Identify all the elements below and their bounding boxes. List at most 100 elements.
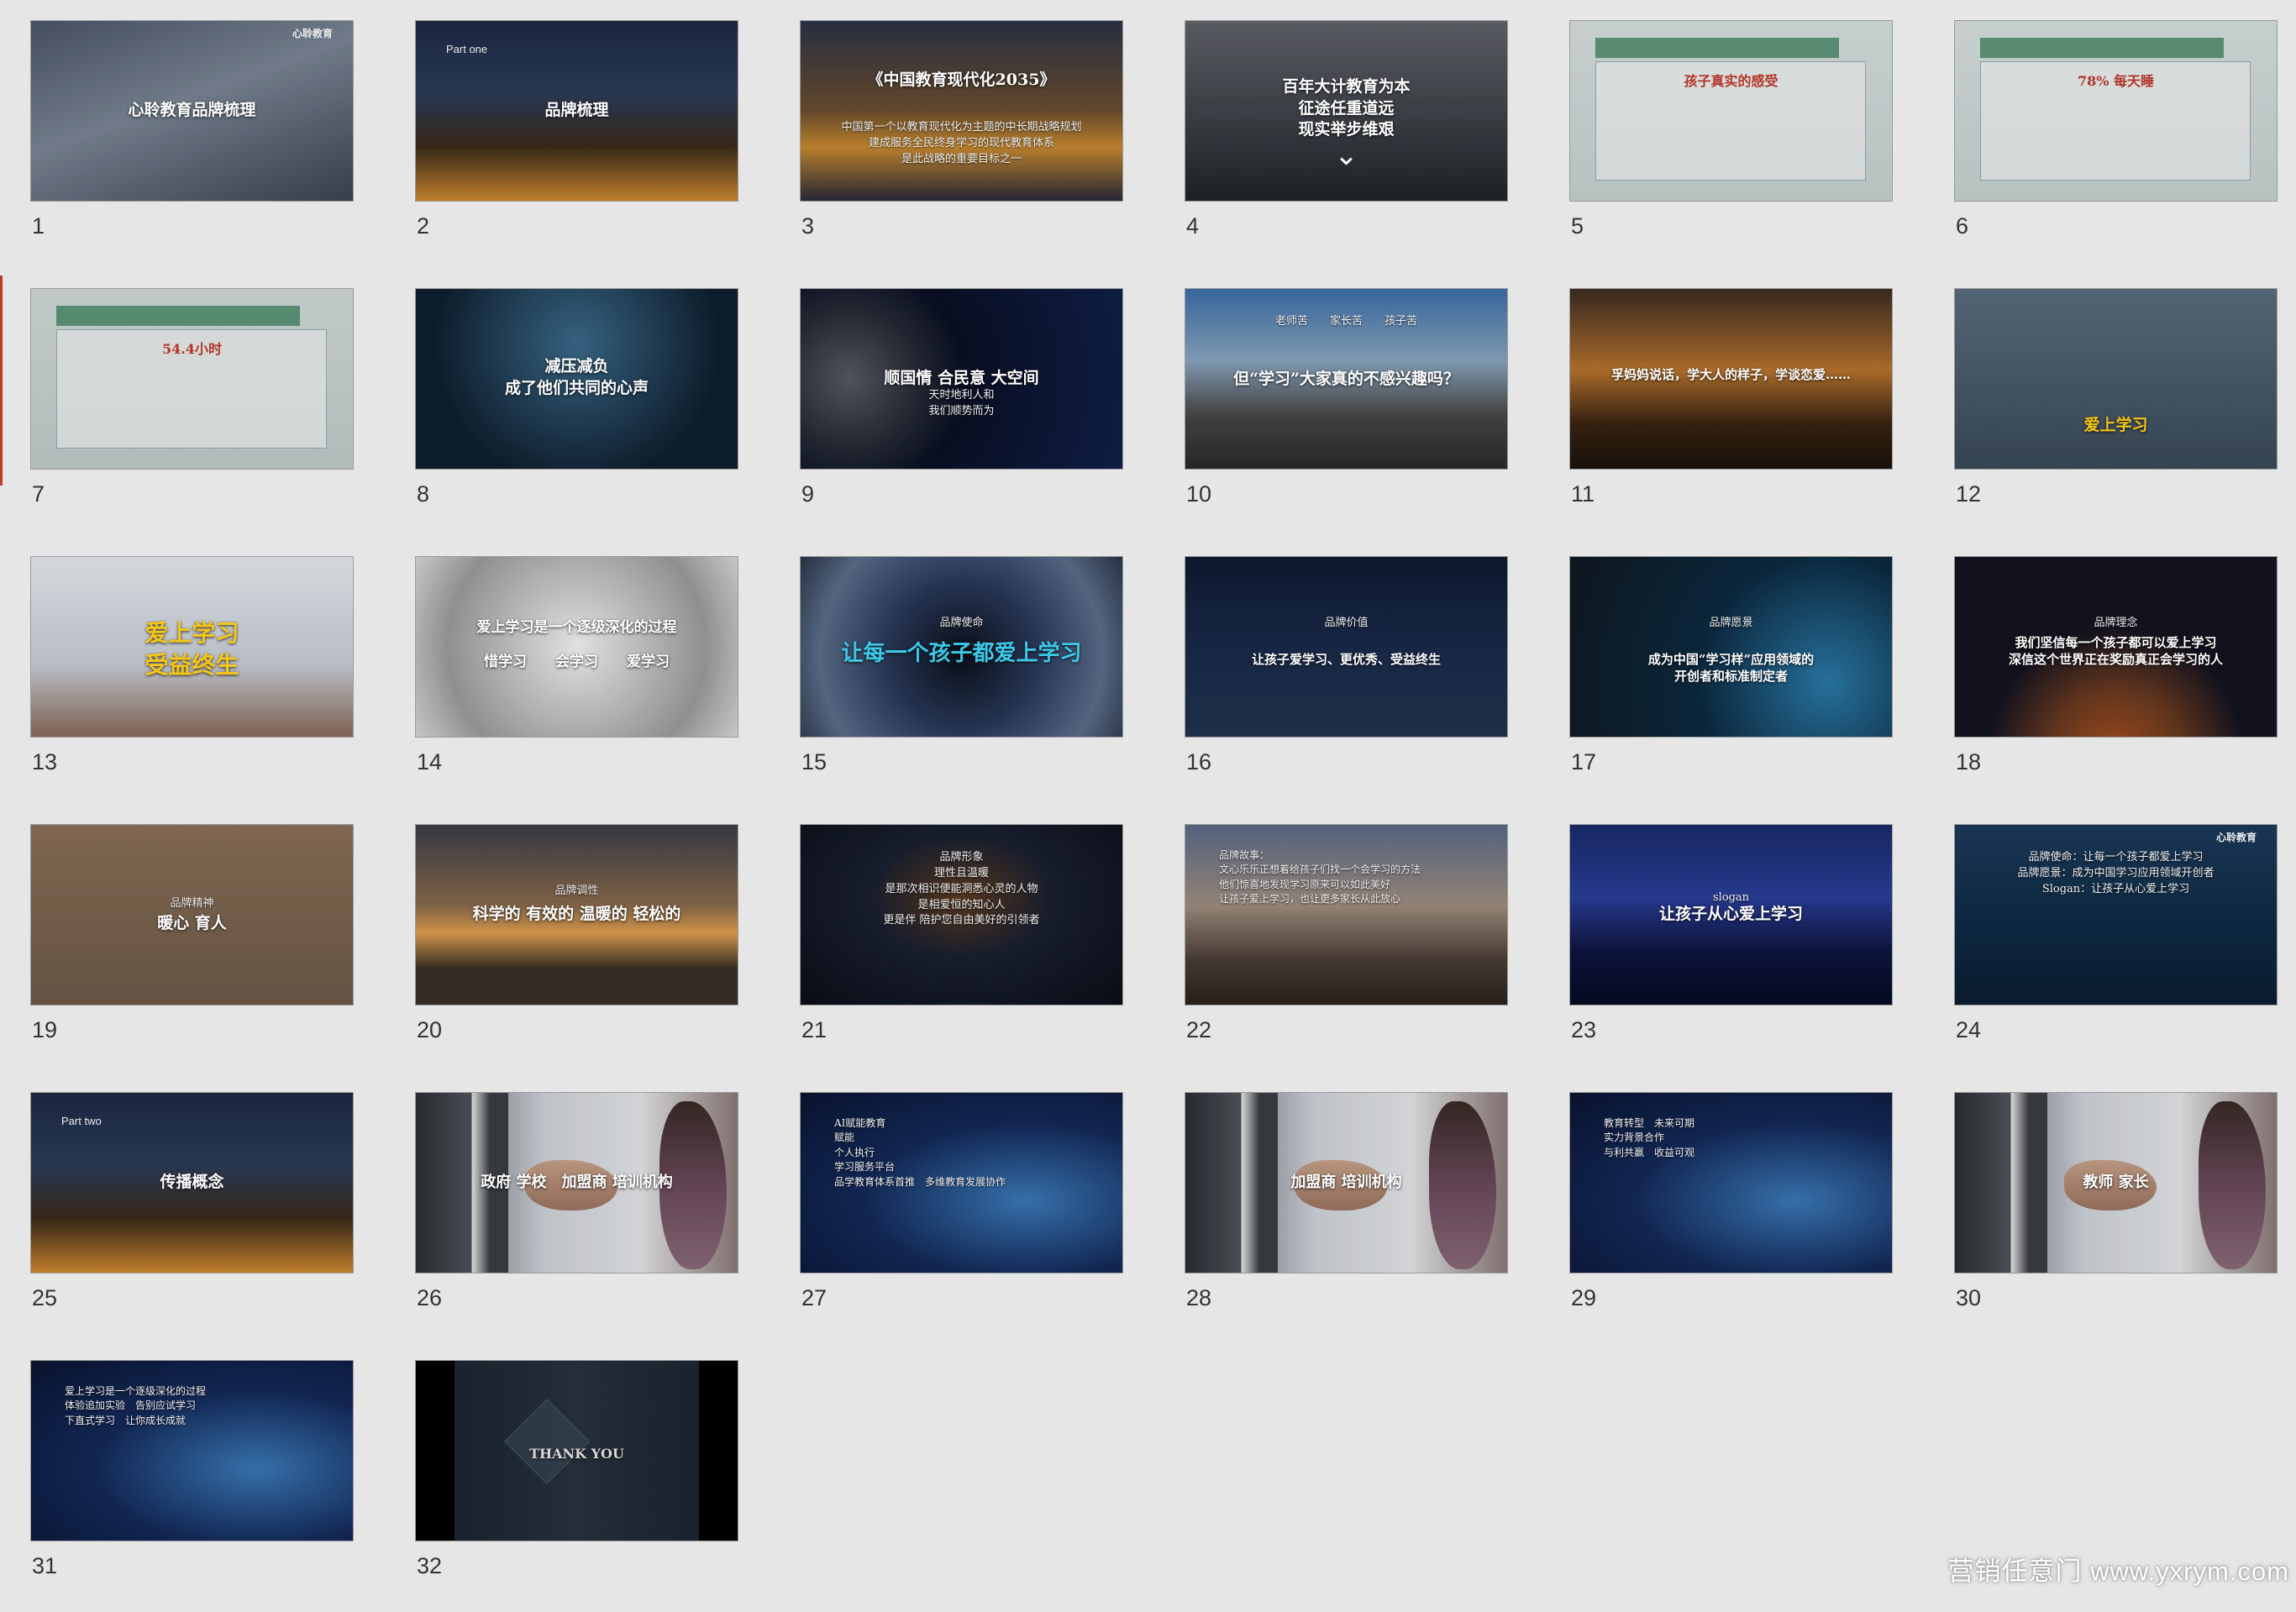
slide-thumbnail[interactable]: 心聆教育 品牌使命：让每一个孩子都爱上学习 品牌愿景：成为中国学习应用领域开创者 Sl…: [1954, 824, 2278, 1006]
slide-subtitle: 爱上学习是一个逐级深化的过程 体验追加实验 告别应试学习 下直式学习 让你成长成就: [65, 1385, 207, 1426]
slide-thumbnail[interactable]: THANK YOU: [415, 1360, 738, 1541]
slide-thumbnail[interactable]: 加盟商 培训机构: [1185, 1092, 1508, 1273]
slide-number: 10: [1186, 481, 1212, 507]
slide-subtitle: 品牌故事： 文心乐乐正想着给孩子们找一个会学习的方法 他们惊喜地发现学习原来可以如此…: [1219, 849, 1421, 906]
watermark: 营销任意门 www.yxrym.com: [1947, 1557, 2289, 1586]
slide-thumbnail[interactable]: 品牌愿景 成为中国“学习样”应用领域的 开创者和标准制定者: [1569, 556, 1893, 738]
slide-subtitle: 品牌形象 理性且温暖 是那次相识便能洞悉心灵的人物 是相爱恒的知心人 更是伴 陪护您自由…: [883, 851, 1040, 927]
slide-thumbnail[interactable]: 品牌形象 理性且温暖 是那次相识便能洞悉心灵的人物 是相爱恒的知心人 更是伴 陪护您自由…: [800, 824, 1123, 1006]
slide-title: 顺国情 合民意 大空间: [884, 369, 1039, 387]
slide-number: 30: [1956, 1285, 1982, 1310]
slide-thumbnail-item[interactable]: 品牌理念 我们坚信每一个孩子都可以爱上学习 深信这个世界正在奖励真正会学习的人 18: [1954, 556, 2278, 808]
slide-thumbnail[interactable]: Part two 传播概念: [30, 1092, 354, 1273]
slide-subtitle: 品牌理念: [2094, 617, 2138, 629]
slide-thumbnail-item[interactable]: 品牌价值 让孩子爱学习、更优秀、受益终生 16: [1185, 556, 1508, 808]
slide-thumbnail[interactable]: slogan 让孩子从心爱上学习: [1569, 824, 1893, 1006]
slide-thumbnail[interactable]: 爱上学习: [1954, 288, 2278, 470]
slide-thumbnail-item[interactable]: 品牌调性 科学的 有效的 温暖的 轻松的 20: [415, 824, 738, 1076]
slide-thumbnail-item[interactable]: 爱上学习 12: [1954, 288, 2278, 540]
slide-thumbnail[interactable]: 爱上学习 受益终生: [30, 556, 354, 738]
slide-thumbnail-item[interactable]: 爱上学习是一个逐级深化的过程 体验追加实验 告别应试学习 下直式学习 让你成长成就 3…: [30, 1360, 354, 1612]
slide-thumbnail-item[interactable]: 78% 每天睡 6: [1954, 20, 2278, 272]
slide-thumbnail-item[interactable]: 政府 学校 加盟商 培训机构 26: [415, 1092, 738, 1344]
slide-thumbnail-item[interactable]: THANK YOU 32: [415, 1360, 738, 1612]
slide-thumbnail-item[interactable]: 品牌故事： 文心乐乐正想着给孩子们找一个会学习的方法 他们惊喜地发现学习原来可以如此…: [1185, 824, 1508, 1076]
slide-thumbnail-item[interactable]: 老师苦 家长苦 孩子苦 但“学习”大家真的不感兴趣吗？ 10: [1185, 288, 1508, 540]
slide-subtitle: 品牌使命：让每一个孩子都爱上学习 品牌愿景：成为中国学习应用领域开创者 Slogan…: [2017, 851, 2215, 895]
slide-number: 6: [1956, 213, 1969, 239]
slide-thumbnail-item[interactable]: 减压减负 成了他们共同的心声 8: [415, 288, 738, 540]
slide-thumbnail-item[interactable]: 教师 家长 30: [1954, 1092, 2278, 1344]
slide-thumbnail[interactable]: 减压减负 成了他们共同的心声: [415, 288, 738, 470]
slide-thumbnail-item[interactable]: 孚妈妈说话，学大人的样子，学谈恋爱…… 11: [1569, 288, 1893, 540]
selection-marker: [0, 276, 3, 486]
slide-thumbnail[interactable]: 品牌理念 我们坚信每一个孩子都可以爱上学习 深信这个世界正在奖励真正会学习的人: [1954, 556, 2278, 738]
slide-thumbnail-item[interactable]: 加盟商 培训机构 28: [1185, 1092, 1508, 1344]
slide-title: 传播概念: [160, 1173, 224, 1191]
slide-thumbnail[interactable]: 爱上学习是一个逐级深化的过程 体验追加实验 告别应试学习 下直式学习 让你成长成就: [30, 1360, 354, 1541]
slide-thumbnail-item[interactable]: 教育转型 未来可期 实力背景合作 与利共赢 收益可观 29: [1569, 1092, 1893, 1344]
slide-thumbnail-item[interactable]: 爱上学习是一个逐级深化的过程 惜学习 会学习 爱学习 14: [415, 556, 738, 808]
slide-thumbnail-item[interactable]: 品牌使命 让每一个孩子都爱上学习 15: [800, 556, 1123, 808]
slide-thumbnail-item[interactable]: 孩子真实的感受 5: [1569, 20, 1893, 272]
slide-number: 17: [1571, 749, 1597, 774]
slide-thumbnail[interactable]: 中国第一个以教育现代化为主题的中长期战略规划 建成服务全民终身学习的现代教育体系是…: [800, 20, 1123, 202]
slide-thumbnail-item[interactable]: slogan 让孩子从心爱上学习 23: [1569, 824, 1893, 1076]
slide-thumbnail[interactable]: 78% 每天睡: [1954, 20, 2278, 202]
slide-title: 百年大计教育为本 征途任重道远 现实举步维艰: [1282, 77, 1411, 139]
slide-thumbnail-item[interactable]: 品牌精神 暖心 育人 19: [30, 824, 354, 1076]
slide-thumbnail[interactable]: 教育转型 未来可期 实力背景合作 与利共赢 收益可观: [1569, 1092, 1893, 1273]
slide-thumbnail[interactable]: 老师苦 家长苦 孩子苦 但“学习”大家真的不感兴趣吗？: [1185, 288, 1508, 470]
slide-thumbnail[interactable]: 品牌调性 科学的 有效的 温暖的 轻松的: [415, 824, 738, 1006]
slide-thumbnail-item[interactable]: AI赋能教育 赋能 个人执行 学习服务平台 品学教育体系首推 多维教育发展协作 27: [800, 1092, 1123, 1344]
slide-title: 政府 学校 加盟商 培训机构: [481, 1174, 673, 1191]
slide-subtitle: 品牌精神: [170, 897, 214, 910]
slide-title: 品牌梳理: [544, 101, 609, 119]
slide-thumbnail[interactable]: 品牌价值 让孩子爱学习、更优秀、受益终生: [1185, 556, 1508, 738]
slide-title: 但“学习”大家真的不感兴趣吗？: [1233, 370, 1459, 388]
slide-thumbnail-item[interactable]: Part two 传播概念 25: [30, 1092, 354, 1344]
slide-thumbnail[interactable]: 品牌使命 让每一个孩子都爱上学习: [800, 556, 1123, 738]
slide-thumbnail[interactable]: 品牌精神 暖心 育人: [30, 824, 354, 1006]
slide-title: 减压减负 成了他们共同的心声: [504, 357, 649, 397]
slide-thumbnail[interactable]: 心聆教育 心聆教育品牌梳理: [30, 20, 354, 202]
slide-title: 科学的 有效的 温暖的 轻松的: [472, 905, 681, 923]
slide-number: 18: [1956, 749, 1982, 774]
slide-thumbnail[interactable]: 天时地利人和 我们顺势而为 顺国情 合民意 大空间: [800, 288, 1123, 470]
slide-title: 心聆教育品牌梳理: [128, 101, 256, 119]
slide-thumbnail[interactable]: 政府 学校 加盟商 培训机构: [415, 1092, 738, 1273]
slide-thumbnail-item[interactable]: Part one 品牌梳理 2: [415, 20, 738, 272]
slide-number: 22: [1186, 1017, 1212, 1042]
slide-thumbnail[interactable]: 百年大计教育为本 征途任重道远 现实举步维艰 ⌄: [1185, 20, 1508, 202]
slide-subtitle: AI赋能教育 赋能 个人执行 学习服务平台 品学教育体系首推 多维教育发展协作: [834, 1117, 1006, 1188]
slide-thumbnail[interactable]: AI赋能教育 赋能 个人执行 学习服务平台 品学教育体系首推 多维教育发展协作: [800, 1092, 1123, 1273]
slide-overlay: [1570, 557, 1892, 737]
slide-thumbnail-item[interactable]: 心聆教育 心聆教育品牌梳理 1: [30, 20, 354, 272]
slide-thumbnail-item[interactable]: 爱上学习 受益终生 13: [30, 556, 354, 808]
slide-overlay: [801, 21, 1122, 201]
slide-number: 20: [417, 1017, 443, 1042]
slide-thumbnail-item[interactable]: 心聆教育 品牌使命：让每一个孩子都爱上学习 品牌愿景：成为中国学习应用领域开创者 Sl…: [1954, 824, 2278, 1076]
slide-number: 21: [801, 1017, 828, 1042]
slide-thumbnail[interactable]: 品牌故事： 文心乐乐正想着给孩子们找一个会学习的方法 他们惊喜地发现学习原来可以如此…: [1185, 824, 1508, 1006]
slide-thumbnail[interactable]: Part one 品牌梳理: [415, 20, 738, 202]
slide-overlay: [31, 289, 353, 469]
slide-number: 32: [417, 1553, 443, 1578]
slide-number: 25: [32, 1285, 58, 1310]
slide-number: 15: [801, 749, 828, 774]
slide-thumbnail-item[interactable]: 百年大计教育为本 征途任重道远 现实举步维艰 ⌄ 4: [1185, 20, 1508, 272]
slide-thumbnail-item[interactable]: 54.4小时 7: [30, 288, 354, 540]
slide-thumbnail[interactable]: 孚妈妈说话，学大人的样子，学谈恋爱……: [1569, 288, 1893, 470]
slide-thumbnail[interactable]: 教师 家长: [1954, 1092, 2278, 1273]
slide-thumbnail-item[interactable]: 品牌愿景 成为中国“学习样”应用领域的 开创者和标准制定者 17: [1569, 556, 1893, 808]
slide-thumbnail-item[interactable]: 中国第一个以教育现代化为主题的中长期战略规划 建成服务全民终身学习的现代教育体系是…: [800, 20, 1123, 272]
slide-number: 3: [801, 213, 815, 239]
slide-thumbnail-item[interactable]: 天时地利人和 我们顺势而为 顺国情 合民意 大空间 9: [800, 288, 1123, 540]
slide-number: 4: [1186, 213, 1200, 239]
slide-thumbnail[interactable]: 爱上学习是一个逐级深化的过程 惜学习 会学习 爱学习: [415, 556, 738, 738]
slide-thumbnail-item[interactable]: 品牌形象 理性且温暖 是那次相识便能洞悉心灵的人物 是相爱恒的知心人 更是伴 陪护您自由…: [800, 824, 1123, 1076]
slide-thumbnail[interactable]: 54.4小时: [30, 288, 354, 470]
slide-overlay: [1185, 557, 1507, 737]
slide-thumbnail[interactable]: 孩子真实的感受: [1569, 20, 1893, 202]
slide-number: 14: [417, 749, 443, 774]
